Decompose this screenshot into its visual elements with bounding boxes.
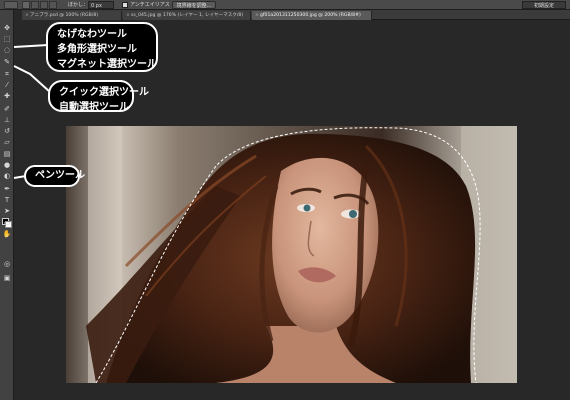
callout-pen-tool: ペンツール bbox=[24, 165, 85, 187]
callout-line: ペンツール bbox=[35, 170, 85, 181]
callout-line: 自動選択ツール bbox=[59, 102, 129, 113]
callout-line: なげなわツール bbox=[57, 29, 127, 40]
callout-line: 多角形選択ツール bbox=[57, 44, 137, 55]
callout-quick-select-tools: クイック選択ツール 自動選択ツール bbox=[48, 80, 149, 113]
photoshop-window: ぼかし： 0 px アンチエイリアス 境界線を調整... 初期設定 ×アニプラ.… bbox=[0, 0, 570, 400]
callout-line: クイック選択ツール bbox=[59, 87, 149, 98]
callout-lasso-tools: なげなわツール 多角形選択ツール マグネット選択ツール bbox=[46, 22, 158, 72]
callout-line: マグネット選択ツール bbox=[57, 59, 157, 70]
